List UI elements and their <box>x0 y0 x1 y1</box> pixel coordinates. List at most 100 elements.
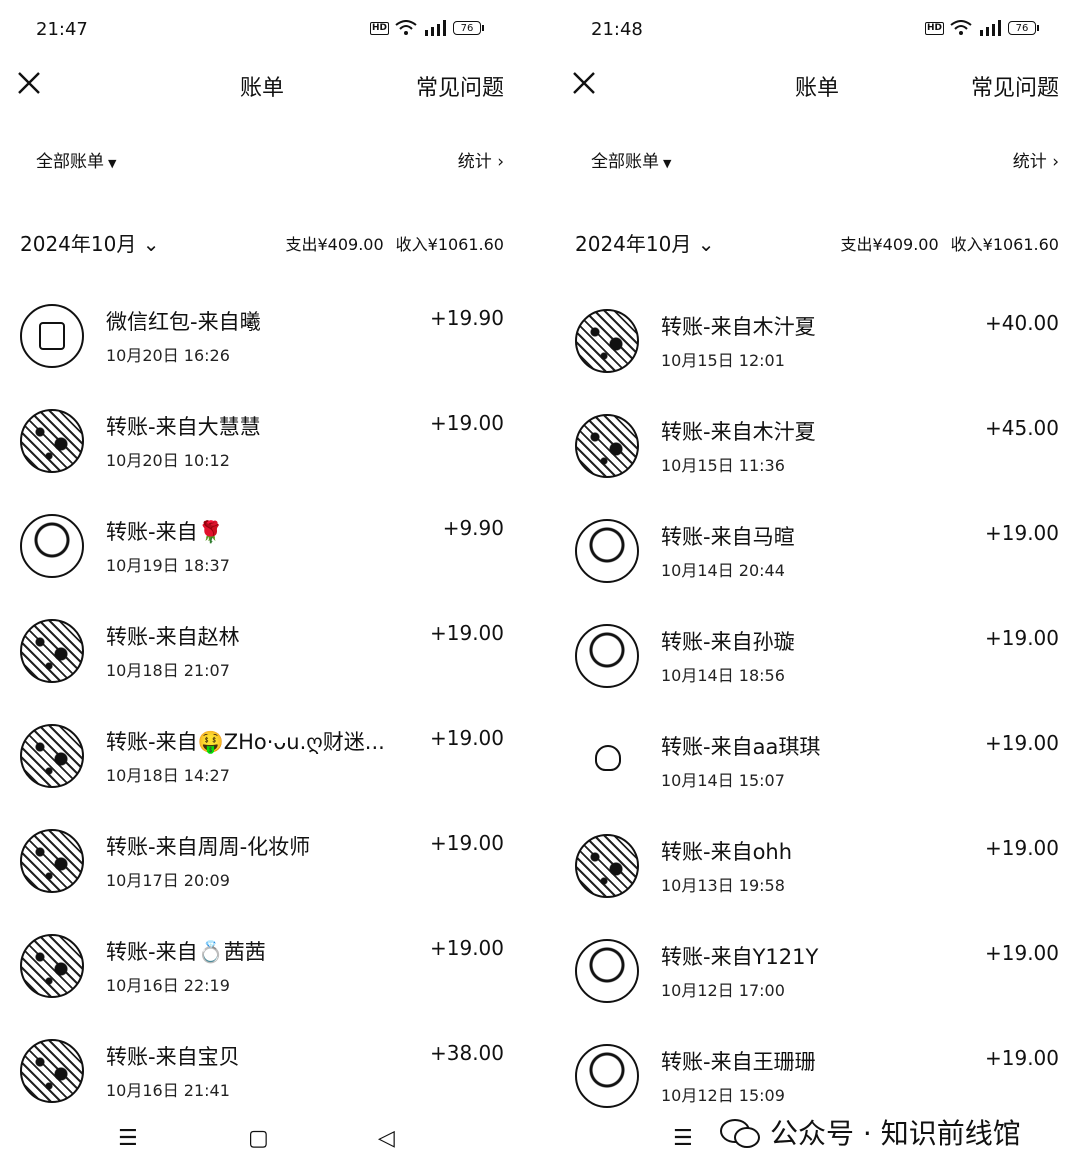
caret-down-icon: ▼ <box>108 157 117 170</box>
transaction-time: 10月17日 20:09 <box>106 871 230 890</box>
transaction-amount: +45.00 <box>984 416 1059 440</box>
home-nav-button[interactable]: ▢ <box>248 1126 269 1151</box>
expense-total: 支出¥409.00 <box>285 235 384 254</box>
wifi-icon <box>950 20 972 35</box>
status-time: 21:47 <box>36 19 88 40</box>
transaction-amount: +19.00 <box>984 731 1059 755</box>
signal-icon <box>980 20 1002 36</box>
bill-filter-dropdown[interactable]: 全部账单 ▼ <box>36 147 116 172</box>
transaction-title: 转账-来自ohh <box>661 840 793 864</box>
transaction-row[interactable]: 转账-来自木汁夏 10月15日 12:01 +40.00 <box>555 309 1080 399</box>
transaction-title: 转账-来自王珊珊 <box>661 1050 816 1074</box>
transaction-time: 10月18日 14:27 <box>106 766 230 785</box>
transaction-time: 10月15日 12:01 <box>661 351 785 370</box>
transaction-time: 10月15日 11:36 <box>661 456 785 475</box>
transaction-amount: +19.00 <box>429 621 504 645</box>
hd-icon: HD <box>925 21 945 35</box>
transaction-row[interactable]: 转账-来自aa琪琪 10月14日 15:07 +19.00 <box>555 729 1080 819</box>
bill-screen-right: 21:48 HD 76 账单 常见问题 全部账单 ▼ 统计 › 2024年10月 … <box>555 0 1080 1173</box>
filter-label: 全部账单 <box>36 152 104 172</box>
transaction-time: 10月12日 17:00 <box>661 981 785 1000</box>
menu-nav-button[interactable]: ☰ <box>673 1126 693 1151</box>
status-icons: HD 76 <box>925 20 1040 36</box>
bill-filter-dropdown[interactable]: 全部账单 ▼ <box>591 147 671 172</box>
transaction-amount: +19.00 <box>429 936 504 960</box>
transaction-amount: +19.90 <box>429 306 504 330</box>
transaction-amount: +19.00 <box>429 726 504 750</box>
avatar <box>575 414 639 478</box>
avatar <box>575 729 639 793</box>
avatar <box>20 934 84 998</box>
avatar <box>20 514 84 578</box>
avatar <box>575 309 639 373</box>
transaction-title: 微信红包-来自曦 <box>106 310 261 334</box>
stats-link[interactable]: 统计 › <box>458 147 504 172</box>
transaction-title: 转账-来自💍茜茜 <box>106 940 266 964</box>
faq-link[interactable]: 常见问题 <box>971 70 1059 102</box>
month-selector[interactable]: 2024年10月 ⌄ <box>20 228 159 257</box>
avatar <box>20 409 84 473</box>
month-label: 2024年10月 <box>20 232 137 256</box>
transaction-row[interactable]: 转账-来自💍茜茜 10月16日 22:19 +19.00 <box>0 934 540 1024</box>
wechat-icon <box>720 1117 762 1148</box>
transaction-time: 10月13日 19:58 <box>661 876 785 895</box>
transaction-title: 转账-来自赵林 <box>106 625 240 649</box>
month-totals: 支出¥409.00 收入¥1061.60 <box>840 231 1059 255</box>
transaction-time: 10月14日 20:44 <box>661 561 785 580</box>
month-selector[interactable]: 2024年10月 ⌄ <box>575 228 714 257</box>
stats-link[interactable]: 统计 › <box>1013 147 1059 172</box>
transaction-row[interactable]: 转账-来自ohh 10月13日 19:58 +19.00 <box>555 834 1080 924</box>
transaction-title: 转账-来自木汁夏 <box>661 315 816 339</box>
chevron-right-icon: › <box>1046 152 1059 172</box>
transaction-amount: +38.00 <box>429 1041 504 1065</box>
transaction-row[interactable]: 转账-来自大慧慧 10月20日 10:12 +19.00 <box>0 409 540 499</box>
transaction-row[interactable]: 转账-来自🤑ZHo·ᴗu.ღ财迷... 10月18日 14:27 +19.00 <box>0 724 540 814</box>
avatar <box>575 939 639 1003</box>
transaction-row[interactable]: 转账-来自🌹 10月19日 18:37 +9.90 <box>0 514 540 604</box>
transaction-title: 转账-来自木汁夏 <box>661 420 816 444</box>
transaction-amount: +9.90 <box>442 516 504 540</box>
transaction-title: 转账-来自🌹 <box>106 520 224 544</box>
watermark-text: 公众号 · 知识前线馆 <box>770 1117 1021 1150</box>
transaction-title: 转账-来自孙璇 <box>661 630 795 654</box>
expense-total: 支出¥409.00 <box>840 235 939 254</box>
chevron-right-icon: › <box>491 152 504 172</box>
chevron-down-icon: ⌄ <box>691 232 715 256</box>
red-packet-icon <box>20 304 84 368</box>
transaction-row[interactable]: 转账-来自木汁夏 10月15日 11:36 +45.00 <box>555 414 1080 504</box>
income-total: 收入¥1061.60 <box>395 235 504 254</box>
chevron-down-icon: ⌄ <box>136 232 160 256</box>
stats-label: 统计 <box>1012 152 1047 172</box>
avatar <box>20 724 84 788</box>
wifi-icon <box>395 20 417 35</box>
income-total: 收入¥1061.60 <box>950 235 1059 254</box>
transaction-row[interactable]: 微信红包-来自曦 10月20日 16:26 +19.90 <box>0 304 540 394</box>
avatar <box>575 1044 639 1108</box>
transaction-time: 10月20日 10:12 <box>106 451 230 470</box>
avatar <box>20 619 84 683</box>
transaction-time: 10月14日 15:07 <box>661 771 785 790</box>
transaction-row[interactable]: 转账-来自宝贝 10月16日 21:41 +38.00 <box>0 1039 540 1129</box>
transaction-title: 转账-来自宝贝 <box>106 1045 240 1069</box>
transaction-title: 转账-来自Y121Y <box>661 945 819 969</box>
hd-icon: HD <box>370 21 390 35</box>
transaction-amount: +19.00 <box>984 1046 1059 1070</box>
transaction-row[interactable]: 转账-来自马暄 10月14日 20:44 +19.00 <box>555 519 1080 609</box>
transaction-title: 转账-来自🤑ZHo·ᴗu.ღ财迷... <box>106 730 385 754</box>
stats-label: 统计 <box>457 152 492 172</box>
transaction-amount: +19.00 <box>984 521 1059 545</box>
menu-nav-button[interactable]: ☰ <box>118 1126 138 1151</box>
battery-icon: 76 <box>453 21 485 35</box>
faq-link[interactable]: 常见问题 <box>416 70 504 102</box>
transaction-title: 转账-来自周周-化妆师 <box>106 835 311 859</box>
transaction-row[interactable]: 转账-来自Y121Y 10月12日 17:00 +19.00 <box>555 939 1080 1029</box>
transaction-time: 10月12日 15:09 <box>661 1086 785 1105</box>
transaction-row[interactable]: 转账-来自孙璇 10月14日 18:56 +19.00 <box>555 624 1080 714</box>
back-nav-button[interactable]: ◁ <box>378 1126 395 1151</box>
transaction-amount: +19.00 <box>429 831 504 855</box>
transaction-time: 10月18日 21:07 <box>106 661 230 680</box>
transaction-row[interactable]: 转账-来自周周-化妆师 10月17日 20:09 +19.00 <box>0 829 540 919</box>
transaction-row[interactable]: 转账-来自赵林 10月18日 21:07 +19.00 <box>0 619 540 709</box>
transaction-title: 转账-来自大慧慧 <box>106 415 261 439</box>
signal-icon <box>425 20 447 36</box>
